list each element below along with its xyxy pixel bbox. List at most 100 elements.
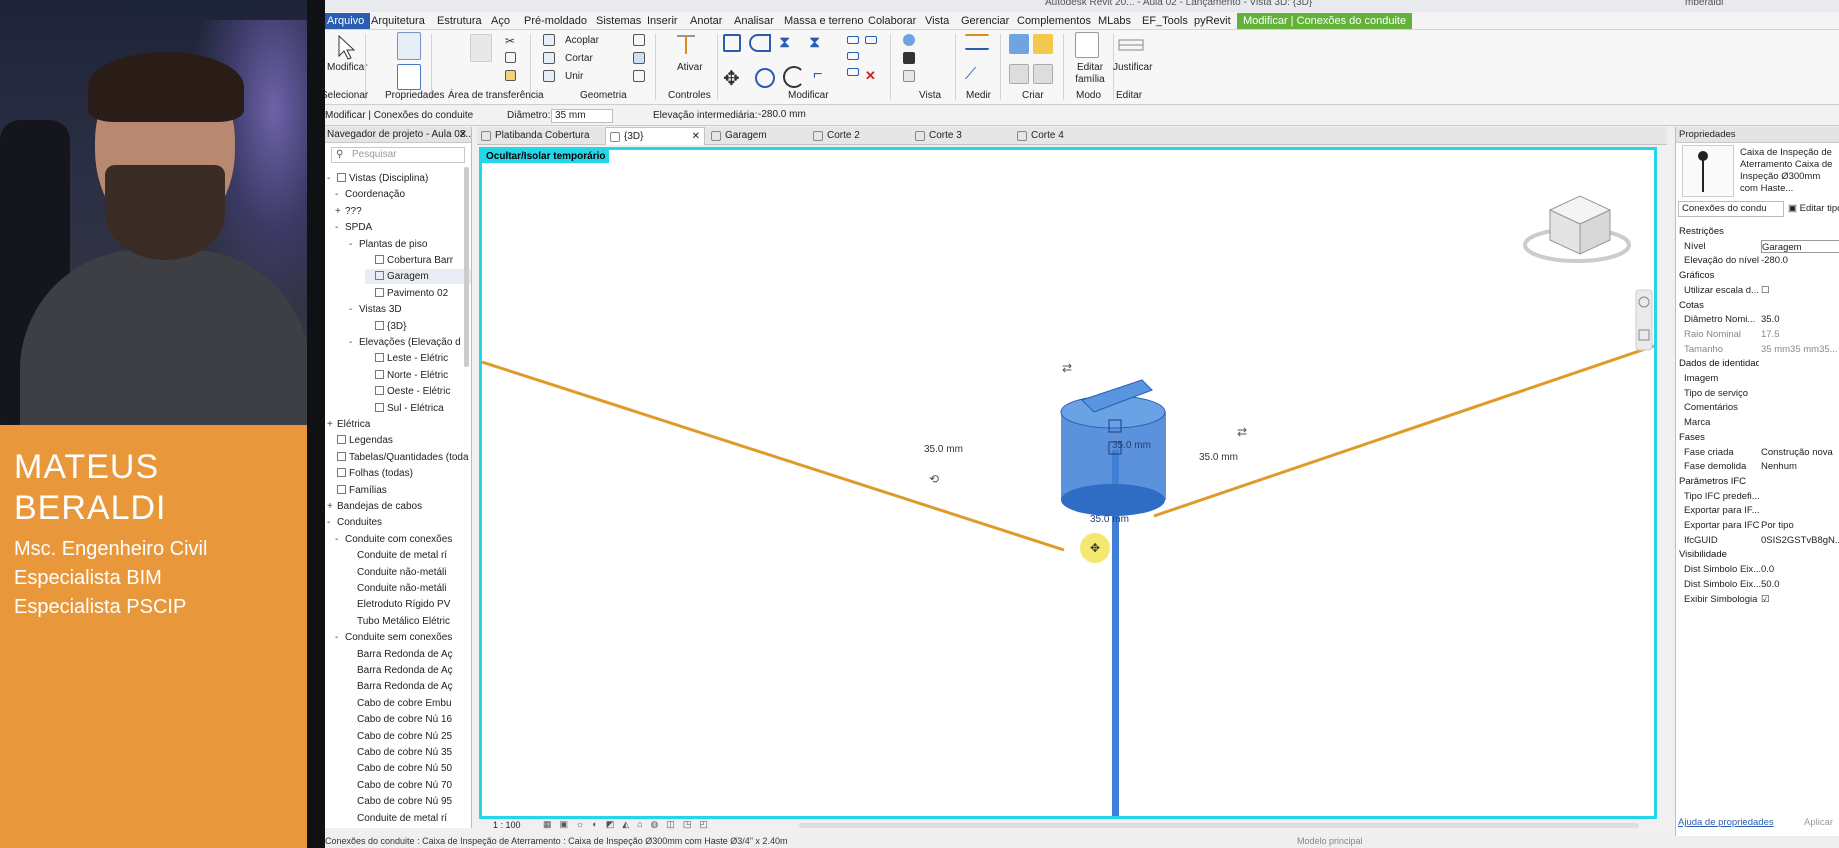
dim-top[interactable]: 35.0 mm [1112, 440, 1151, 451]
dim-left[interactable]: 35.0 mm [924, 444, 963, 455]
property-row[interactable]: Elevação do nível -280.0 [1676, 254, 1839, 268]
tab-corte-4[interactable]: Corte 4 [1013, 127, 1113, 145]
expand-icon[interactable]: + [327, 417, 337, 432]
modify-button[interactable]: Modificar [327, 62, 368, 73]
diameter-select[interactable]: 35 mm [551, 109, 613, 123]
menu-modificar-conexoes[interactable]: Modificar | Conexões do conduite [1237, 13, 1413, 29]
tree-item[interactable]: Cabo de cobre Nú 35 [347, 745, 471, 760]
property-row[interactable]: Imagem [1676, 372, 1839, 386]
tree-item[interactable]: + Elétrica [327, 417, 471, 432]
tree-item[interactable]: Conduite não-metáli [347, 581, 471, 596]
property-section[interactable]: Fases [1676, 431, 1839, 445]
property-row[interactable]: IfcGUID 0SIS2GSTvB8gN... [1676, 534, 1839, 548]
activate-controls-icon[interactable] [673, 32, 699, 58]
rotate-icon[interactable] [783, 66, 805, 88]
menu-estrutura[interactable]: Estrutura [437, 15, 482, 27]
property-row[interactable]: Exportar para IF... [1676, 504, 1839, 518]
split-face-icon[interactable] [633, 70, 645, 82]
tree-item[interactable]: Tubo Metálico Elétric [347, 614, 471, 629]
tree-item[interactable]: Tabelas/Quantidades (toda [327, 450, 471, 465]
property-value[interactable]: Garagem [1761, 239, 1839, 253]
tree-item[interactable]: Conduite de metal rí [347, 811, 471, 826]
justify-button[interactable]: Justificar [1113, 62, 1152, 73]
mirror-draw-icon[interactable]: ⧗ [809, 34, 831, 52]
property-row[interactable]: Fase criada Construção nova [1676, 446, 1839, 460]
tree-item[interactable]: Cabo de cobre Nú 95 [347, 794, 471, 809]
justify-icon[interactable] [1117, 32, 1145, 58]
measure-icon[interactable] [965, 34, 989, 50]
menu-arquivo[interactable]: Arquivo [325, 13, 371, 29]
tree-item[interactable]: Cobertura Barr [365, 253, 471, 268]
tree-item[interactable]: Barra Redonda de Aç [347, 647, 471, 662]
property-value[interactable]: Por tipo [1761, 519, 1839, 533]
menu-inserir[interactable]: Inserir [647, 15, 678, 27]
tree-item[interactable]: Oeste - Elétric [365, 384, 471, 399]
copy-element-icon[interactable] [755, 68, 775, 88]
property-section[interactable]: Dados de identidade [1676, 357, 1839, 371]
align-icon[interactable] [723, 34, 741, 52]
menu-aco[interactable]: Aço [491, 15, 510, 27]
elevation-select[interactable]: -280.0 mm [755, 109, 817, 123]
tree-item[interactable]: Sul - Elétrica [365, 401, 471, 416]
property-value[interactable]: 35.0 [1761, 313, 1839, 327]
property-row[interactable]: Nível Garagem [1676, 239, 1839, 254]
tab-corte-3[interactable]: Corte 3 [911, 127, 1011, 145]
menu-premoldado[interactable]: Pré-moldado [524, 15, 587, 27]
tree-item[interactable]: Cabo de cobre Nú 50 [347, 761, 471, 776]
rotate-control-icon[interactable]: ⟲ [929, 472, 939, 486]
flip-control-icon[interactable]: ⇄ [1062, 361, 1072, 375]
join-button[interactable]: Unir [565, 71, 583, 82]
cope-icon[interactable] [543, 34, 555, 46]
menu-gerenciar[interactable]: Gerenciar [961, 15, 1009, 27]
view-control-icons[interactable]: ▦▣☼◐◩◭⌂◍◫◳◰ [543, 819, 716, 830]
horizontal-scrollbar[interactable] [799, 823, 1639, 828]
property-value[interactable]: Construção nova [1761, 446, 1839, 460]
workset-select[interactable]: Modelo principal [1297, 836, 1363, 846]
tree-item[interactable]: Garagem [365, 269, 471, 285]
cope-button[interactable]: Acoplar [565, 35, 599, 46]
menu-mlabs[interactable]: MLabs [1098, 15, 1131, 27]
browser-scrollbar[interactable] [464, 167, 469, 367]
pin-icon[interactable] [865, 36, 877, 44]
property-value[interactable]: ☑ [1761, 593, 1839, 607]
split-icon[interactable] [847, 36, 859, 44]
activate-button[interactable]: Ativar [677, 62, 703, 73]
navigation-bar[interactable] [1635, 289, 1653, 351]
hide-bulb-icon[interactable] [903, 34, 915, 46]
collapse-icon[interactable]: - [349, 335, 359, 350]
collapse-icon[interactable]: - [327, 171, 337, 186]
close-icon[interactable]: ✕ [459, 127, 467, 143]
tab-3d[interactable]: {3D} ✕ [605, 127, 705, 145]
wall-join-icon[interactable] [633, 34, 645, 46]
collapse-icon[interactable]: - [335, 187, 345, 202]
property-row[interactable]: Exibir Simbologia ☑ [1676, 593, 1839, 607]
property-section[interactable]: Visibilidade [1676, 548, 1839, 562]
move-icon[interactable]: ✥ [723, 66, 745, 90]
properties-help-link[interactable]: Ajuda de propriedades [1678, 817, 1774, 828]
tree-item[interactable]: Legendas [327, 433, 471, 448]
tree-item[interactable]: - Elevações (Elevação d [349, 335, 471, 350]
tree-item[interactable]: Barra Redonda de Aç [347, 663, 471, 678]
tree-item[interactable]: {3D} [365, 319, 471, 334]
tree-item[interactable]: Cabo de cobre Nú 25 [347, 729, 471, 744]
menu-eftools[interactable]: EF_Tools [1142, 15, 1188, 27]
tree-item[interactable]: Cabo de cobre Embu [347, 696, 471, 711]
edit-type-button[interactable]: ▣ Editar tipo [1788, 201, 1839, 217]
mirror-axis-icon[interactable]: ⧗ [779, 34, 801, 52]
3d-viewport[interactable]: Ocultar/Isolar temporário ✥ 35.0 mm 35.0… [479, 147, 1657, 819]
dimension-icon[interactable]: ⟋ [965, 66, 989, 84]
menu-vista[interactable]: Vista [925, 15, 949, 27]
linework-icon[interactable] [903, 70, 915, 82]
tab-platibanda[interactable]: Platibanda Cobertura [477, 127, 603, 145]
offset-icon[interactable] [749, 34, 771, 52]
scale-icon[interactable] [847, 68, 859, 76]
property-row[interactable]: Raio Nominal 17.5 [1676, 328, 1839, 342]
property-value[interactable]: 0SIS2GSTvB8gN... [1761, 534, 1839, 548]
cut-geometry-button[interactable]: Cortar [565, 53, 593, 64]
properties-icon[interactable] [397, 32, 421, 60]
menu-massa-terreno[interactable]: Massa e terreno [784, 15, 863, 27]
expand-icon[interactable]: + [327, 499, 337, 514]
menu-analisar[interactable]: Analisar [734, 15, 774, 27]
tree-item[interactable]: - Vistas (Disciplina) [327, 171, 471, 186]
delete-icon[interactable]: ✕ [865, 68, 877, 83]
